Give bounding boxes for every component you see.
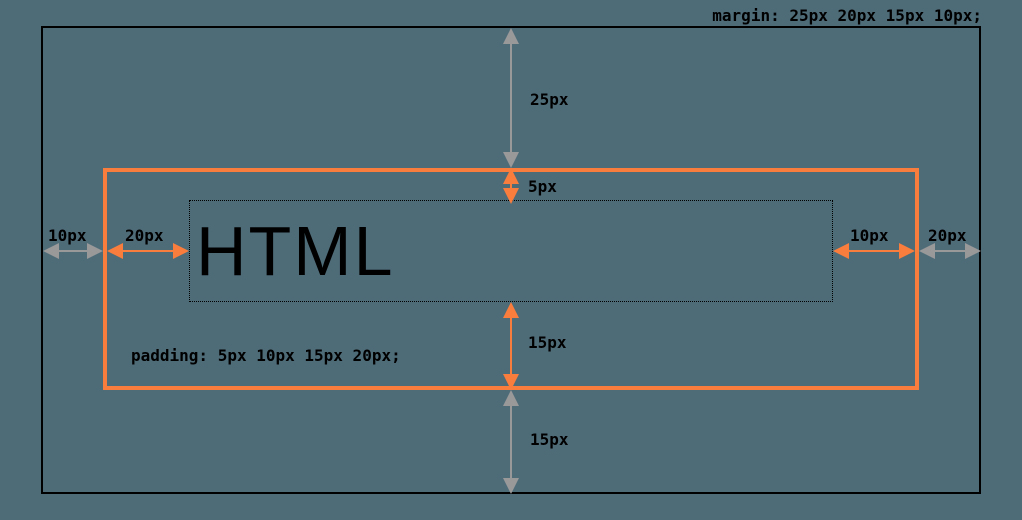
label-margin-right: 20px — [928, 226, 967, 245]
arrow-padding-top — [501, 170, 521, 202]
margin-declaration: margin: 25px 20px 15px 10px; — [712, 6, 982, 25]
arrow-margin-top — [501, 28, 521, 168]
arrow-margin-bottom — [501, 390, 521, 494]
label-padding-bottom: 15px — [528, 333, 567, 352]
padding-declaration: padding: 5px 10px 15px 20px; — [131, 346, 401, 365]
arrow-padding-bottom — [501, 302, 521, 390]
label-margin-top: 25px — [530, 90, 569, 109]
content-text: HTML — [196, 211, 395, 291]
label-padding-left: 20px — [125, 226, 164, 245]
label-padding-right: 10px — [850, 226, 889, 245]
label-padding-top: 5px — [528, 177, 557, 196]
label-margin-left: 10px — [48, 226, 87, 245]
content-box: HTML — [189, 200, 833, 302]
label-margin-bottom: 15px — [530, 430, 569, 449]
